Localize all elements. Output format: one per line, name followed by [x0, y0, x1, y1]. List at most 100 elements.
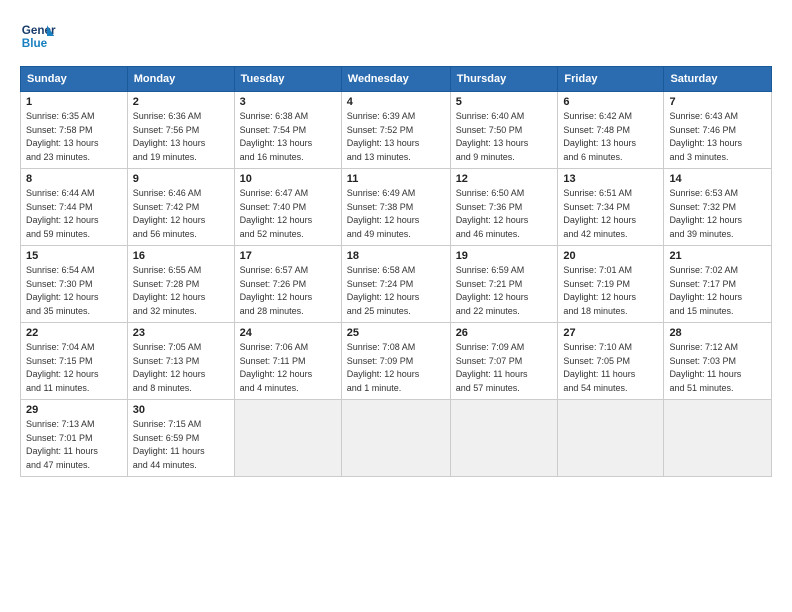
calendar-cell: 23 Sunrise: 7:05 AM Sunset: 7:13 PM Dayli…	[127, 323, 234, 400]
day-number: 3	[240, 96, 336, 108]
day-number: 28	[669, 327, 766, 339]
day-number: 9	[133, 173, 229, 185]
calendar-week-4: 22Sunrise: 7:04 AM Sunset: 7:15 PM Dayli…	[21, 323, 772, 400]
calendar-cell: 1Sunrise: 6:35 AM Sunset: 7:58 PM Daylig…	[21, 92, 128, 169]
weekday-wednesday: Wednesday	[341, 67, 450, 92]
calendar-cell: 9 Sunrise: 6:46 AM Sunset: 7:42 PM Daylig…	[127, 169, 234, 246]
day-number: 20	[563, 250, 658, 262]
day-number: 2	[133, 96, 229, 108]
svg-text:Blue: Blue	[22, 37, 48, 50]
calendar-week-2: 8Sunrise: 6:44 AM Sunset: 7:44 PM Daylig…	[21, 169, 772, 246]
calendar-cell: 16Sunrise: 6:55 AM Sunset: 7:28 PM Dayli…	[127, 246, 234, 323]
day-info: Sunrise: 7:12 AM Sunset: 7:03 PM Dayligh…	[669, 341, 766, 395]
calendar-cell	[450, 400, 558, 477]
day-info: Sunrise: 6:49 AM Sunset: 7:38 PM Dayligh…	[347, 187, 445, 241]
calendar-cell: 4Sunrise: 6:39 AM Sunset: 7:52 PM Daylig…	[341, 92, 450, 169]
day-number: 22	[26, 327, 122, 339]
calendar-cell: 6 Sunrise: 6:42 AM Sunset: 7:48 PM Daylig…	[558, 92, 664, 169]
calendar-cell: 8Sunrise: 6:44 AM Sunset: 7:44 PM Daylig…	[21, 169, 128, 246]
day-info: Sunrise: 7:09 AM Sunset: 7:07 PM Dayligh…	[456, 341, 553, 395]
day-number: 23	[133, 327, 229, 339]
day-info: Sunrise: 7:08 AM Sunset: 7:09 PM Dayligh…	[347, 341, 445, 395]
day-info: Sunrise: 6:54 AM Sunset: 7:30 PM Dayligh…	[26, 264, 122, 318]
day-info: Sunrise: 6:50 AM Sunset: 7:36 PM Dayligh…	[456, 187, 553, 241]
calendar-week-5: 29 Sunrise: 7:13 AM Sunset: 7:01 PM Dayli…	[21, 400, 772, 477]
calendar-cell	[664, 400, 772, 477]
weekday-friday: Friday	[558, 67, 664, 92]
day-info: Sunrise: 6:55 AM Sunset: 7:28 PM Dayligh…	[133, 264, 229, 318]
day-number: 6	[563, 96, 658, 108]
day-number: 24	[240, 327, 336, 339]
day-info: Sunrise: 6:38 AM Sunset: 7:54 PM Dayligh…	[240, 110, 336, 164]
day-number: 27	[563, 327, 658, 339]
calendar-cell: 5 Sunrise: 6:40 AM Sunset: 7:50 PM Daylig…	[450, 92, 558, 169]
weekday-sunday: Sunday	[21, 67, 128, 92]
day-info: Sunrise: 6:42 AM Sunset: 7:48 PM Dayligh…	[563, 110, 658, 164]
day-info: Sunrise: 6:51 AM Sunset: 7:34 PM Dayligh…	[563, 187, 658, 241]
weekday-monday: Monday	[127, 67, 234, 92]
day-number: 18	[347, 250, 445, 262]
day-info: Sunrise: 6:53 AM Sunset: 7:32 PM Dayligh…	[669, 187, 766, 241]
calendar-cell	[558, 400, 664, 477]
day-number: 10	[240, 173, 336, 185]
calendar-cell: 2 Sunrise: 6:36 AM Sunset: 7:56 PM Daylig…	[127, 92, 234, 169]
calendar-cell: 28 Sunrise: 7:12 AM Sunset: 7:03 PM Dayli…	[664, 323, 772, 400]
day-number: 15	[26, 250, 122, 262]
day-number: 19	[456, 250, 553, 262]
day-number: 26	[456, 327, 553, 339]
calendar-cell: 20 Sunrise: 7:01 AM Sunset: 7:19 PM Dayli…	[558, 246, 664, 323]
day-number: 14	[669, 173, 766, 185]
calendar-body: 1Sunrise: 6:35 AM Sunset: 7:58 PM Daylig…	[21, 92, 772, 477]
day-info: Sunrise: 7:06 AM Sunset: 7:11 PM Dayligh…	[240, 341, 336, 395]
calendar-cell: 30 Sunrise: 7:15 AM Sunset: 6:59 PM Dayli…	[127, 400, 234, 477]
day-info: Sunrise: 6:46 AM Sunset: 7:42 PM Dayligh…	[133, 187, 229, 241]
calendar-cell: 18Sunrise: 6:58 AM Sunset: 7:24 PM Dayli…	[341, 246, 450, 323]
calendar-cell: 10Sunrise: 6:47 AM Sunset: 7:40 PM Dayli…	[234, 169, 341, 246]
day-info: Sunrise: 6:36 AM Sunset: 7:56 PM Dayligh…	[133, 110, 229, 164]
calendar-cell: 12 Sunrise: 6:50 AM Sunset: 7:36 PM Dayli…	[450, 169, 558, 246]
calendar-cell: 11 Sunrise: 6:49 AM Sunset: 7:38 PM Dayli…	[341, 169, 450, 246]
day-number: 11	[347, 173, 445, 185]
weekday-tuesday: Tuesday	[234, 67, 341, 92]
day-info: Sunrise: 7:02 AM Sunset: 7:17 PM Dayligh…	[669, 264, 766, 318]
calendar-cell: 29 Sunrise: 7:13 AM Sunset: 7:01 PM Dayli…	[21, 400, 128, 477]
day-info: Sunrise: 6:43 AM Sunset: 7:46 PM Dayligh…	[669, 110, 766, 164]
day-info: Sunrise: 7:01 AM Sunset: 7:19 PM Dayligh…	[563, 264, 658, 318]
day-number: 4	[347, 96, 445, 108]
day-number: 13	[563, 173, 658, 185]
weekday-thursday: Thursday	[450, 67, 558, 92]
day-info: Sunrise: 6:40 AM Sunset: 7:50 PM Dayligh…	[456, 110, 553, 164]
weekday-header-row: SundayMondayTuesdayWednesdayThursdayFrid…	[21, 67, 772, 92]
day-number: 5	[456, 96, 553, 108]
day-info: Sunrise: 6:35 AM Sunset: 7:58 PM Dayligh…	[26, 110, 122, 164]
calendar-week-3: 15 Sunrise: 6:54 AM Sunset: 7:30 PM Dayli…	[21, 246, 772, 323]
day-number: 12	[456, 173, 553, 185]
calendar-table: SundayMondayTuesdayWednesdayThursdayFrid…	[20, 66, 772, 477]
calendar-cell: 25 Sunrise: 7:08 AM Sunset: 7:09 PM Dayli…	[341, 323, 450, 400]
calendar-cell: 14 Sunrise: 6:53 AM Sunset: 7:32 PM Dayli…	[664, 169, 772, 246]
calendar-cell: 22Sunrise: 7:04 AM Sunset: 7:15 PM Dayli…	[21, 323, 128, 400]
day-number: 29	[26, 404, 122, 416]
day-number: 21	[669, 250, 766, 262]
day-number: 8	[26, 173, 122, 185]
day-number: 25	[347, 327, 445, 339]
day-info: Sunrise: 7:10 AM Sunset: 7:05 PM Dayligh…	[563, 341, 658, 395]
calendar-cell	[341, 400, 450, 477]
day-number: 7	[669, 96, 766, 108]
day-info: Sunrise: 7:05 AM Sunset: 7:13 PM Dayligh…	[133, 341, 229, 395]
header: General Blue	[20, 18, 772, 54]
calendar-cell: 26 Sunrise: 7:09 AM Sunset: 7:07 PM Dayli…	[450, 323, 558, 400]
day-number: 30	[133, 404, 229, 416]
calendar-cell: 15 Sunrise: 6:54 AM Sunset: 7:30 PM Dayli…	[21, 246, 128, 323]
calendar-cell: 3 Sunrise: 6:38 AM Sunset: 7:54 PM Daylig…	[234, 92, 341, 169]
day-number: 17	[240, 250, 336, 262]
calendar-cell	[234, 400, 341, 477]
calendar-cell: 17Sunrise: 6:57 AM Sunset: 7:26 PM Dayli…	[234, 246, 341, 323]
day-info: Sunrise: 7:15 AM Sunset: 6:59 PM Dayligh…	[133, 418, 229, 472]
day-info: Sunrise: 7:13 AM Sunset: 7:01 PM Dayligh…	[26, 418, 122, 472]
day-info: Sunrise: 6:59 AM Sunset: 7:21 PM Dayligh…	[456, 264, 553, 318]
page: General Blue SundayMondayTuesdayWednesda…	[0, 0, 792, 487]
logo: General Blue	[20, 18, 56, 54]
general-blue-logo-icon: General Blue	[20, 18, 56, 54]
weekday-saturday: Saturday	[664, 67, 772, 92]
